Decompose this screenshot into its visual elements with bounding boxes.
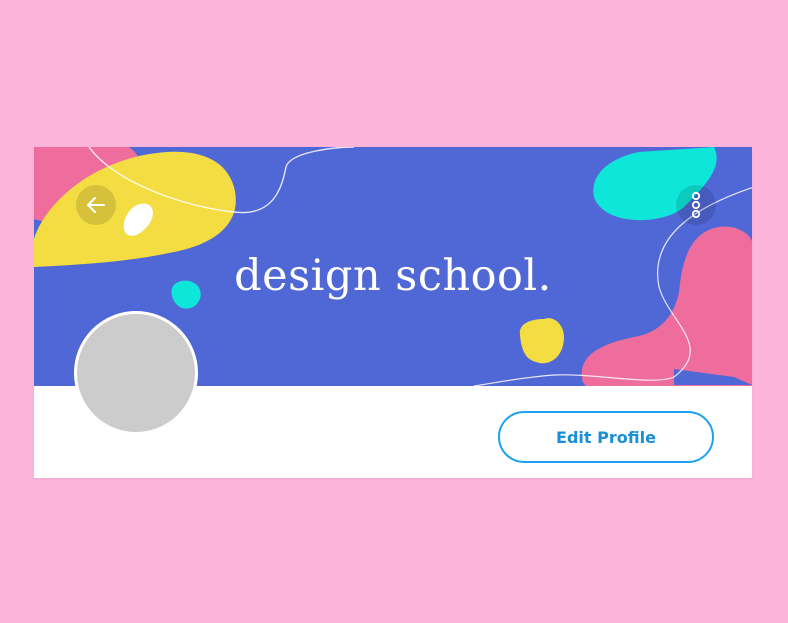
more-vertical-icon xyxy=(691,191,701,219)
banner-title: design school. xyxy=(234,251,552,301)
edit-profile-button[interactable]: Edit Profile xyxy=(498,411,714,463)
profile-card: design school. Edit Profile xyxy=(34,147,752,478)
back-button[interactable] xyxy=(76,185,116,225)
arrow-left-icon xyxy=(87,197,105,213)
more-options-button[interactable] xyxy=(676,185,716,225)
avatar[interactable] xyxy=(74,311,198,435)
